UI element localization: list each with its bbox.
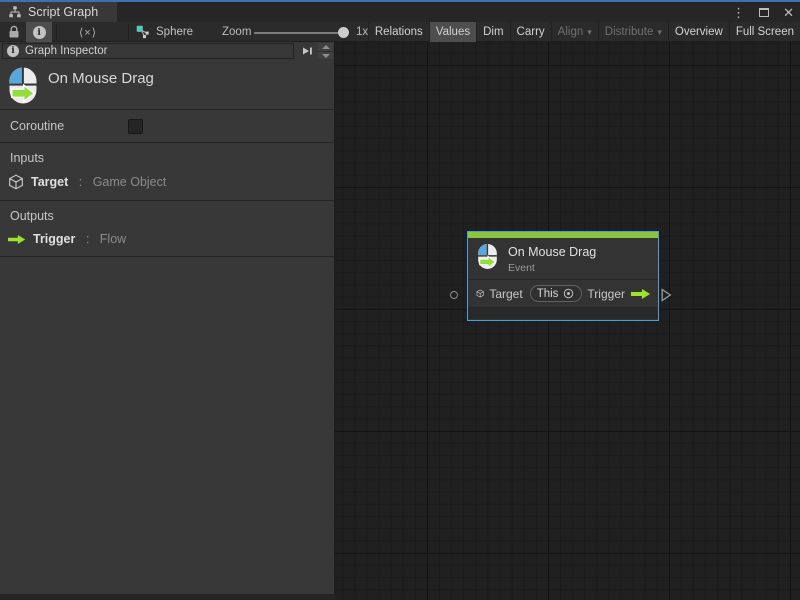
info-icon: i (33, 26, 46, 39)
code-view-button[interactable]: ⟨×⟩ (66, 22, 110, 42)
values-button[interactable]: Values (429, 22, 476, 42)
tab-label: Script Graph (28, 5, 98, 19)
this-value-pill[interactable]: This (530, 285, 583, 302)
output-port-triangle[interactable] (661, 288, 672, 302)
graph-pointer[interactable]: Sphere (136, 22, 193, 42)
info-icon: i (7, 45, 19, 57)
trigger-port[interactable]: Trigger (587, 287, 651, 301)
inputs-section: Inputs Target : Game Object (0, 143, 334, 201)
cube-icon (8, 174, 24, 190)
port-name: Target (31, 175, 68, 189)
unit-title: On Mouse Drag (48, 70, 154, 87)
inspector-header: i Graph Inspector (0, 42, 334, 60)
toolbar-divider (128, 24, 129, 40)
graph-canvas[interactable]: On Mouse Drag Event Target This Trigger (335, 42, 800, 600)
dock-icon (301, 45, 313, 57)
chevron-down-icon (322, 54, 330, 58)
this-label: This (537, 288, 559, 300)
inspector-title: Graph Inspector (25, 45, 107, 57)
dim-button[interactable]: Dim (476, 22, 509, 42)
zoom-slider-thumb[interactable] (338, 27, 349, 38)
distribute-button[interactable]: Distribute ▾ (598, 22, 668, 42)
inputs-header: Inputs (10, 151, 334, 165)
full-screen-button[interactable]: Full Screen (729, 22, 800, 42)
port-separator: : (82, 232, 92, 246)
on-mouse-drag-node[interactable]: On Mouse Drag Event Target This Trigger (467, 231, 659, 321)
align-button[interactable]: Align ▾ (551, 22, 598, 42)
graph-asset-icon (136, 25, 150, 39)
port-name: Trigger (33, 232, 75, 246)
chevron-down-icon: ▾ (657, 27, 662, 38)
panel-bottom-edge (0, 594, 335, 600)
trigger-port-label: Trigger (587, 287, 625, 301)
target-port-label: Target (489, 287, 522, 301)
tab-script-graph[interactable]: Script Graph (0, 2, 117, 22)
graph-toolbar: i ⟨×⟩ Sphere Zoom 1x Relations Values Di… (0, 22, 800, 42)
coroutine-label: Coroutine (10, 119, 64, 133)
inspector-scroll-strip (318, 43, 333, 59)
node-footer (468, 307, 658, 319)
output-row: Trigger : Flow (0, 232, 334, 246)
node-ports-row: Target This Trigger (468, 279, 658, 307)
carry-button[interactable]: Carry (510, 22, 551, 42)
toolbar-divider (56, 24, 57, 40)
target-picker-icon (562, 287, 575, 300)
flow-arrow-icon (8, 234, 26, 245)
lock-button[interactable] (4, 24, 24, 40)
node-subtitle: Event (508, 262, 596, 274)
port-separator: : (75, 175, 85, 189)
outputs-header: Outputs (10, 209, 334, 223)
close-icon[interactable]: ✕ (783, 6, 794, 19)
inspector-title-bar: i Graph Inspector (2, 43, 294, 59)
mouse-drag-icon (477, 243, 498, 270)
unit-header: On Mouse Drag (0, 60, 334, 110)
port-type: Flow (100, 232, 126, 246)
zoom-value: 1x (356, 26, 368, 38)
flow-arrow-icon (631, 288, 651, 300)
chevron-down-icon: ▾ (587, 27, 592, 38)
dock-button[interactable] (297, 44, 316, 58)
input-row: Target : Game Object (0, 174, 334, 190)
outputs-section: Outputs Trigger : Flow (0, 201, 334, 257)
port-type: Game Object (93, 175, 167, 189)
chevron-up-icon (322, 45, 330, 49)
input-port-circle[interactable] (450, 291, 458, 299)
zoom-label: Zoom (222, 26, 251, 38)
maximize-icon[interactable] (759, 8, 769, 17)
scroll-up-button[interactable] (318, 43, 333, 51)
scroll-down-button[interactable] (318, 52, 333, 59)
inspector-toggle-button[interactable]: i (26, 22, 52, 42)
relations-button[interactable]: Relations (368, 22, 429, 42)
toolbar-button-group: Relations Values Dim Carry Align ▾ Distr… (368, 22, 800, 42)
node-header: On Mouse Drag Event (468, 238, 658, 279)
window-menu-icon[interactable]: ⋮ (732, 6, 745, 19)
node-title: On Mouse Drag (508, 245, 596, 259)
zoom-slider[interactable] (254, 32, 346, 34)
graph-pointer-label: Sphere (156, 26, 193, 38)
focused-window-accent (0, 0, 800, 2)
lock-icon (8, 25, 20, 39)
coroutine-row: Coroutine (0, 110, 334, 143)
script-graph-icon (8, 5, 22, 19)
graph-inspector-panel: i Graph Inspector On Mouse Drag Corout (0, 42, 335, 594)
overview-button[interactable]: Overview (668, 22, 729, 42)
code-icon: ⟨×⟩ (79, 26, 97, 39)
tab-bar: Script Graph ⋮ ✕ (0, 0, 800, 22)
mouse-drag-icon (8, 66, 38, 105)
cube-icon (476, 286, 484, 301)
coroutine-checkbox[interactable] (128, 119, 143, 134)
